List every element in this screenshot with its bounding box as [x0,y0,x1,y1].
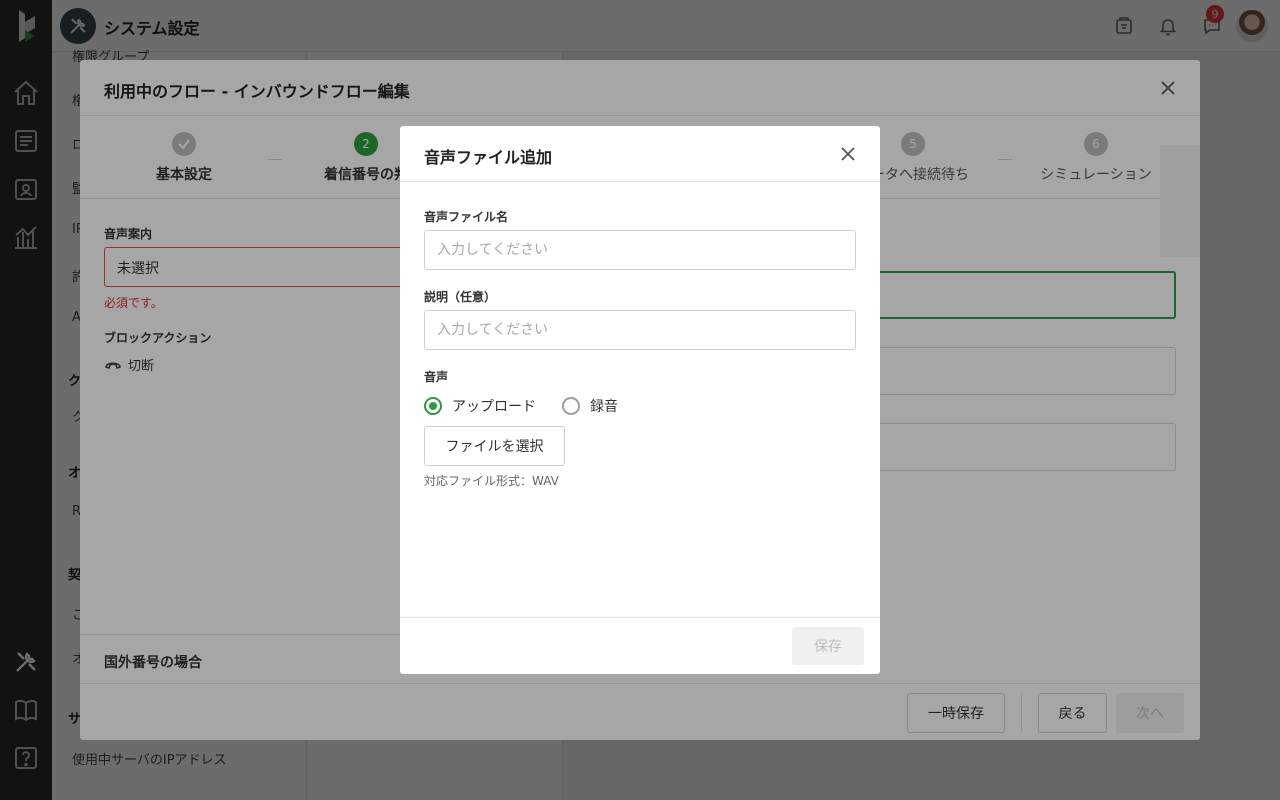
radio-checked-icon [424,397,442,415]
format-hint: 対応ファイル形式：WAV [424,474,559,488]
close-icon[interactable] [836,142,860,166]
dialog-header: 音声ファイル追加 [400,126,880,182]
audio-source-radio-group: アップロード 録音 [424,396,644,416]
radio-record[interactable]: 録音 [562,396,618,416]
file-name-label: 音声ファイル名 [424,210,509,224]
choose-file-button[interactable]: ファイルを選択 [424,426,565,466]
save-button[interactable]: 保存 [792,627,864,665]
add-audio-dialog: 音声ファイル追加 音声ファイル名 説明（任意） 音声 アップロード 録音 ファイ… [400,126,880,674]
description-label: 説明（任意） [424,290,497,304]
radio-upload[interactable]: アップロード [424,396,536,416]
radio-record-label: 録音 [590,399,618,415]
audio-label: 音声 [424,370,449,384]
dialog-footer: 保存 [400,617,880,674]
radio-unchecked-icon [562,397,580,415]
dialog-title: 音声ファイル追加 [424,148,553,167]
description-input[interactable] [424,310,856,350]
file-name-input[interactable] [424,230,856,270]
radio-upload-label: アップロード [452,399,536,415]
